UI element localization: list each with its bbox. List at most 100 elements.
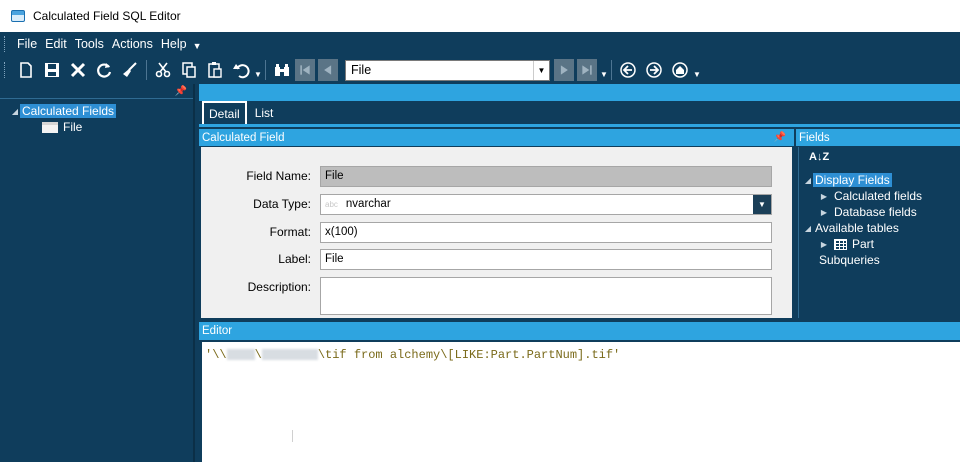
database-fields-label: Database fields — [834, 205, 917, 219]
tab-list[interactable]: List — [250, 102, 279, 124]
toolbar-separator — [265, 60, 266, 80]
toolbar-separator — [611, 60, 612, 80]
fields-title: Fields — [799, 131, 830, 144]
label-input[interactable]: File — [320, 248, 772, 270]
last-icon[interactable] — [577, 59, 597, 81]
tree-table-part[interactable]: ▶ Part — [799, 236, 959, 252]
search-icon[interactable] — [269, 58, 295, 82]
data-type-select[interactable]: abc nvarchar ▼ — [320, 193, 772, 215]
record-combo[interactable]: File ▼ — [345, 59, 550, 81]
description-row: Description: — [201, 277, 792, 315]
field-name-input[interactable]: File — [320, 165, 772, 187]
data-type-label: Data Type: — [253, 197, 311, 211]
tree-database-fields[interactable]: ▶ Database fields — [799, 204, 959, 220]
format-row: Format: x(100) — [201, 221, 792, 243]
sort-az-icon[interactable]: A↓Z — [809, 151, 829, 163]
tree-item-label: File — [63, 120, 83, 134]
field-name-label: Field Name: — [246, 169, 311, 183]
menu-grip — [4, 36, 7, 52]
tree-display-fields[interactable]: ◢ Display Fields — [799, 172, 959, 188]
data-type-row: Data Type: abc nvarchar ▼ — [201, 193, 792, 215]
cut-icon[interactable] — [150, 58, 176, 82]
refresh-icon[interactable] — [91, 58, 117, 82]
fields-tree: A↓Z ◢ Display Fields ▶ Calculated fields… — [798, 147, 960, 318]
delete-icon[interactable] — [65, 58, 91, 82]
undo-icon[interactable] — [228, 58, 254, 82]
sql-editor[interactable]: '\\ \ \tif from alchemy\[LIKE:Part.PartNum… — [202, 342, 960, 462]
save-icon[interactable] — [39, 58, 65, 82]
chevron-down-icon[interactable]: ▼ — [533, 60, 549, 80]
pin-icon[interactable]: 📌 — [175, 86, 187, 97]
tree-available-tables[interactable]: ◢ Available tables — [799, 220, 959, 236]
paste-icon[interactable] — [202, 58, 228, 82]
window-title: Calculated Field SQL Editor — [33, 9, 181, 23]
clear-icon[interactable] — [117, 58, 143, 82]
menu-actions[interactable]: Actions — [108, 37, 157, 51]
main-area: Detail List Calculated Field 📌 Field Nam… — [199, 84, 960, 462]
expand-triangle-icon[interactable]: ◢ — [10, 107, 20, 116]
calculated-field-title: Calculated Field — [202, 131, 285, 144]
tree-calculated-fields[interactable]: ▶ Calculated fields — [799, 188, 959, 204]
format-label: Format: — [269, 225, 311, 239]
undo-dropdown-icon[interactable]: ▼ — [254, 70, 262, 79]
forward-icon[interactable] — [641, 58, 667, 82]
code-prefix: '\\ — [205, 348, 227, 362]
tree-root-calculated-fields[interactable]: ◢ Calculated Fields — [0, 103, 193, 119]
home-icon[interactable] — [667, 58, 693, 82]
previous-icon[interactable] — [318, 59, 338, 81]
abc-icon: abc — [325, 199, 338, 209]
tab-detail[interactable]: Detail — [202, 101, 247, 124]
format-input[interactable]: x(100) — [320, 221, 772, 243]
nav-dropdown-icon[interactable]: ▼ — [600, 70, 608, 79]
next-icon[interactable] — [554, 59, 574, 81]
redacted-text — [226, 349, 255, 361]
menu-file[interactable]: File — [13, 37, 41, 51]
tree-root-label: Calculated Fields — [20, 104, 117, 118]
home-dropdown-icon[interactable]: ▼ — [693, 70, 701, 79]
menu-overflow-icon[interactable]: ▼ — [193, 41, 202, 51]
record-combo-value: File — [351, 63, 372, 77]
collapse-triangle-icon[interactable]: ▶ — [819, 192, 829, 201]
expand-triangle-icon[interactable]: ◢ — [803, 224, 813, 233]
chevron-down-icon[interactable]: ▼ — [753, 194, 771, 214]
editor-title: Editor — [202, 325, 233, 337]
sql-code: '\\ \ \tif from alchemy\[LIKE:Part.PartNum… — [205, 348, 620, 362]
first-icon[interactable] — [295, 59, 315, 81]
menu-edit[interactable]: Edit — [41, 37, 71, 51]
app-icon — [11, 10, 25, 22]
text-cursor-icon — [292, 430, 293, 442]
expand-triangle-icon[interactable]: ◢ — [803, 176, 813, 185]
data-type-value: nvarchar — [345, 198, 391, 210]
label-label: Label: — [278, 252, 311, 266]
display-fields-label: Display Fields — [813, 173, 892, 187]
fields-panel: Fields A↓Z ◢ Display Fields ▶ Calculated… — [796, 129, 960, 319]
table-part-label: Part — [852, 237, 875, 251]
label-row: Label: File — [201, 248, 792, 270]
table-icon — [834, 238, 847, 250]
calculated-fields-label: Calculated fields — [834, 189, 923, 203]
left-tree-panel: 📌 ◢ Calculated Fields File — [0, 84, 195, 462]
tree-item-file[interactable]: File — [0, 119, 193, 135]
back-icon[interactable] — [615, 58, 641, 82]
calculated-field-panel: Calculated Field 📌 Field Name: File Data… — [199, 129, 794, 319]
toolbar: ▼ File ▼ ▼ ▼ — [0, 56, 960, 84]
left-panel-header: 📌 — [0, 84, 193, 99]
menu-tools[interactable]: Tools — [71, 37, 108, 51]
menu-help[interactable]: Help — [157, 37, 191, 51]
tree-subqueries[interactable]: Subqueries — [799, 252, 959, 268]
collapse-triangle-icon[interactable]: ▶ — [819, 208, 829, 217]
subqueries-label: Subqueries — [819, 253, 880, 267]
calculated-field-form: Field Name: File Data Type: abc nvarchar… — [201, 147, 792, 318]
pin-icon[interactable]: 📌 — [774, 132, 786, 143]
code-separator: \ — [254, 348, 262, 362]
calculated-field-header: Calculated Field 📌 — [199, 129, 794, 146]
description-label: Description: — [247, 280, 311, 294]
code-suffix: \tif from alchemy\[LIKE:Part.PartNum].ti… — [317, 348, 621, 362]
description-input[interactable] — [320, 277, 772, 315]
new-icon[interactable] — [13, 58, 39, 82]
copy-icon[interactable] — [176, 58, 202, 82]
menu-bar: File Edit Tools Actions Help ▼ — [0, 32, 960, 56]
collapse-triangle-icon[interactable]: ▶ — [819, 240, 829, 249]
tab-bar: Detail List — [199, 101, 960, 127]
toolbar-grip — [4, 62, 7, 78]
